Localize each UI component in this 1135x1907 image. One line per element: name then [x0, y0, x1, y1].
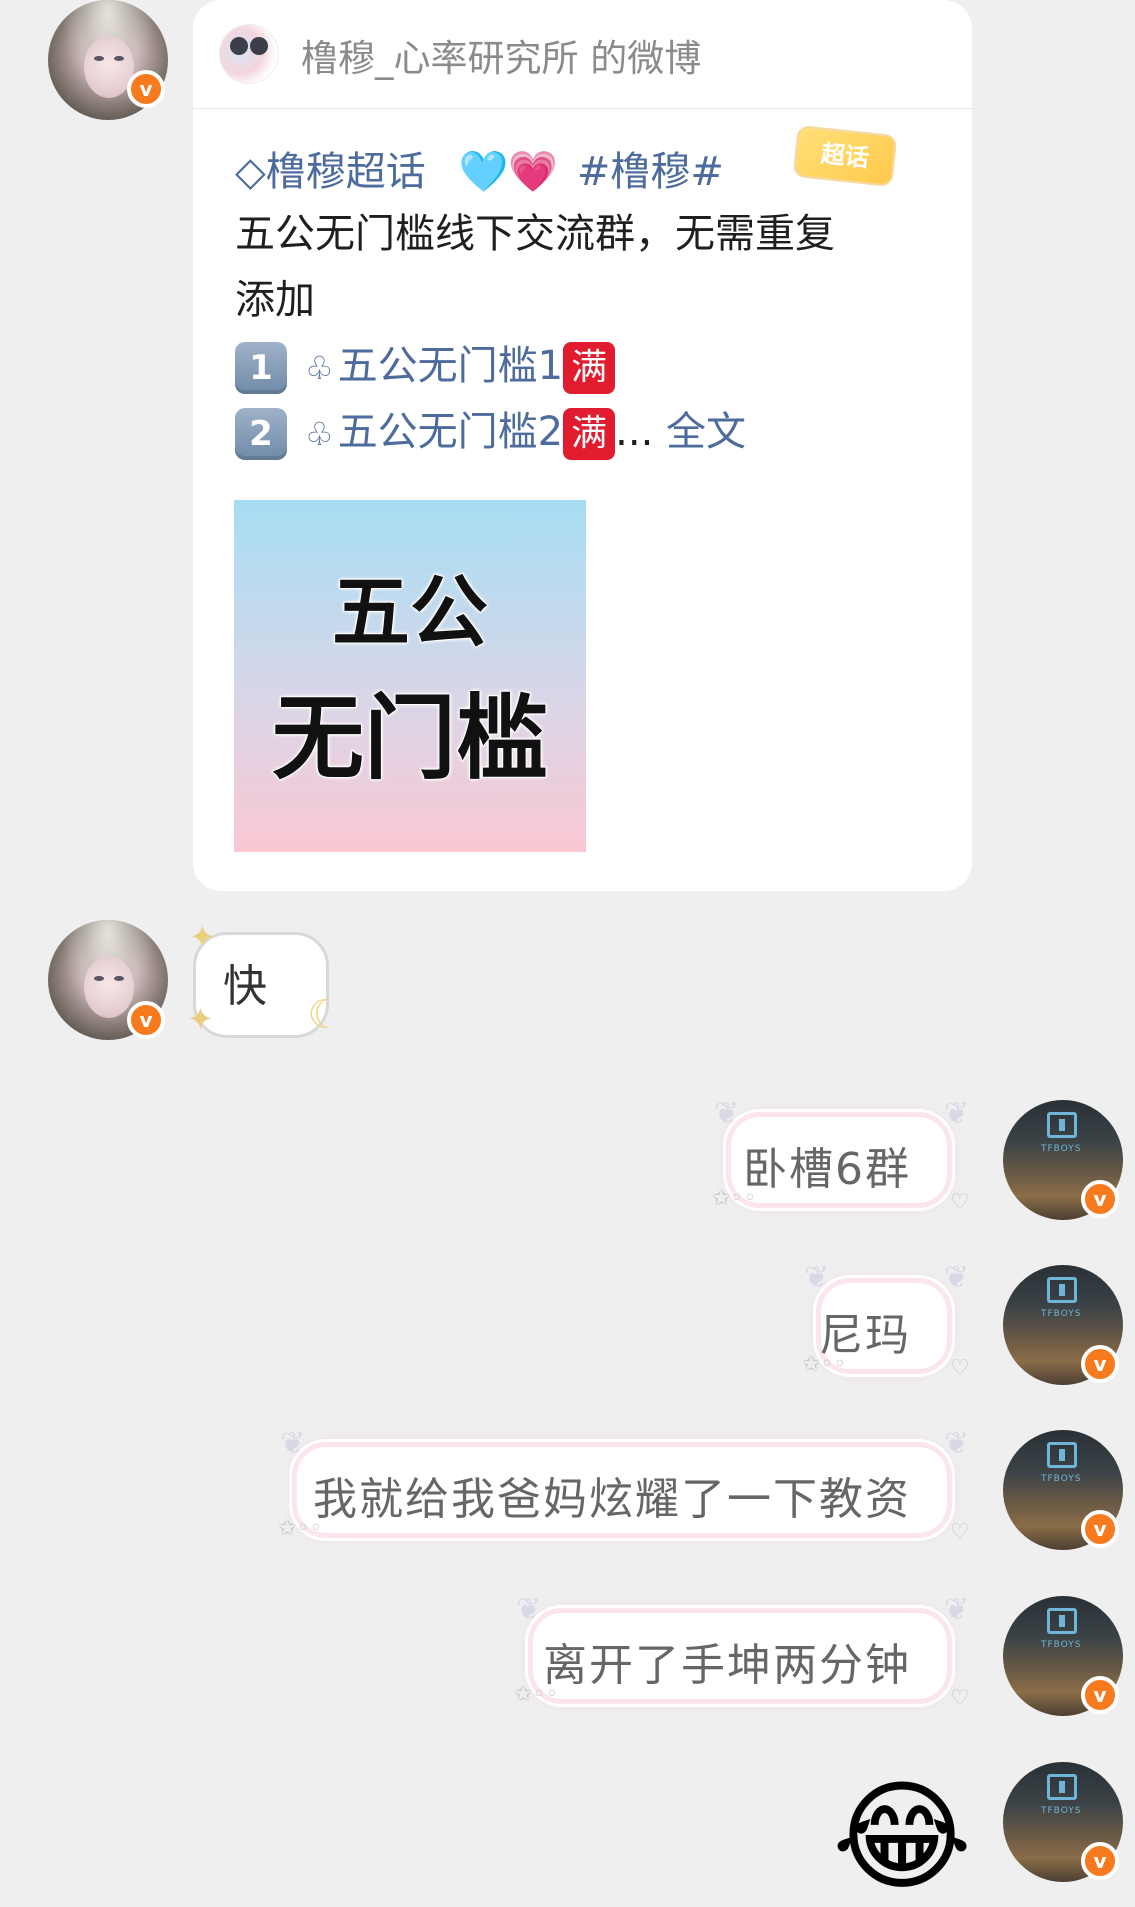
star-icon: ✩◦◦	[712, 1186, 757, 1211]
avatar-logo-text: TFBOYS	[1041, 1144, 1082, 1154]
message-text: 快	[223, 961, 267, 1012]
heart-icon: ♡	[950, 1686, 970, 1711]
group-chat-icon: ♧	[305, 349, 334, 387]
image-text-line1: 五公	[331, 567, 489, 659]
verified-badge-icon: v	[1081, 1676, 1119, 1714]
avatar-logo-text: TFBOYS	[1041, 1474, 1082, 1484]
message-bubble-right[interactable]: 离开了手坤两分钟	[528, 1608, 952, 1704]
avatar-logo-text: TFBOYS	[1041, 1309, 1082, 1319]
full-text-link[interactable]: 全文	[666, 409, 746, 455]
keycap-1-icon: 1	[235, 342, 287, 394]
avatar-eye	[114, 56, 124, 61]
wing-icon: ❦	[944, 1426, 970, 1461]
topic-line: ◇橹穆超话 🩵💗 #橹穆#	[235, 142, 724, 202]
avatar-eye	[114, 976, 124, 981]
hashtag-link[interactable]: #橹穆#	[577, 149, 724, 195]
heart-icon: ♡	[950, 1190, 970, 1215]
tfboys-logo-icon	[1047, 1112, 1077, 1138]
tfboys-logo-icon	[1047, 1608, 1077, 1634]
message-bubble-left[interactable]: 快 ✦ ✦ ☾	[187, 918, 343, 1038]
full-badge: 满	[563, 342, 616, 394]
post-text-line1: 五公无门槛线下交流群，无需重复	[235, 211, 835, 257]
group-link-1[interactable]: 五公无门槛1	[338, 343, 563, 389]
message-text: 我就给我爸妈炫耀了一下教资	[313, 1474, 911, 1525]
avatar-face	[84, 956, 134, 1018]
verified-badge-icon: v	[1081, 1345, 1119, 1383]
group-item-2: 2 ♧ 五公无门槛2 满... 全文	[235, 402, 746, 464]
post-image[interactable]: 五公 无门槛	[234, 500, 586, 852]
tfboys-logo-icon	[1047, 1774, 1077, 1800]
group-link-2[interactable]: 五公无门槛2	[338, 409, 563, 455]
verified-badge-icon: v	[127, 70, 165, 108]
post-text-line2: 添加	[235, 277, 315, 323]
source-label: 橹穆_心率研究所 的微博	[301, 37, 702, 80]
star-icon: ✩◦◦	[514, 1682, 559, 1707]
source-avatar	[219, 24, 279, 84]
image-text-line2: 无门槛	[271, 684, 549, 793]
avatar-eye	[94, 56, 104, 61]
message-text: 离开了手坤两分钟	[543, 1640, 911, 1691]
group-chat-icon: ♧	[305, 415, 334, 453]
hearts-emoji: 🩵💗	[458, 149, 559, 195]
verified-badge-icon: v	[1081, 1180, 1119, 1218]
star-icon: ✩◦◦	[278, 1516, 323, 1541]
message-text: 卧槽6群	[743, 1144, 911, 1195]
wing-icon: ❦	[944, 1096, 970, 1131]
verified-badge-icon: v	[1081, 1510, 1119, 1548]
keycap-2-icon: 2	[235, 408, 287, 460]
sparkle-icon: ✦	[189, 918, 216, 956]
heart-icon: ♡	[950, 1356, 970, 1381]
sparkle-icon: ✦	[187, 1000, 214, 1038]
diamond-icon: ◇	[235, 149, 266, 195]
chaohua-badge: 超话	[792, 124, 898, 188]
laughing-tears-emoji[interactable]: 😂	[832, 1770, 972, 1906]
group-item-1: 1 ♧ 五公无门槛1 满	[235, 336, 616, 398]
star-icon: ✩◦◦	[802, 1352, 847, 1377]
full-badge: 满	[563, 408, 616, 460]
message-bubble-right[interactable]: 我就给我爸妈炫耀了一下教资	[292, 1442, 952, 1538]
message-bubble-right[interactable]: 卧槽6群	[726, 1112, 952, 1208]
shared-weibo-card[interactable]: 橹穆_心率研究所 的微博 ◇橹穆超话 🩵💗 #橹穆# 超话 五公无门槛线下交流群…	[193, 0, 972, 891]
tfboys-logo-icon	[1047, 1442, 1077, 1468]
card-header[interactable]: 橹穆_心率研究所 的微博	[193, 0, 972, 109]
ellipsis: ...	[615, 409, 654, 455]
wing-icon: ❦	[944, 1592, 970, 1627]
wing-icon: ❦	[944, 1260, 970, 1295]
avatar-logo-text: TFBOYS	[1041, 1806, 1082, 1816]
topic-link[interactable]: 橹穆超话	[266, 149, 426, 195]
verified-badge-icon: v	[1081, 1842, 1119, 1880]
tfboys-logo-icon	[1047, 1277, 1077, 1303]
moon-icon: ☾	[307, 992, 343, 1038]
verified-badge-icon: v	[127, 1001, 165, 1039]
avatar-logo-text: TFBOYS	[1041, 1640, 1082, 1650]
heart-icon: ♡	[950, 1520, 970, 1545]
avatar-eye	[94, 976, 104, 981]
